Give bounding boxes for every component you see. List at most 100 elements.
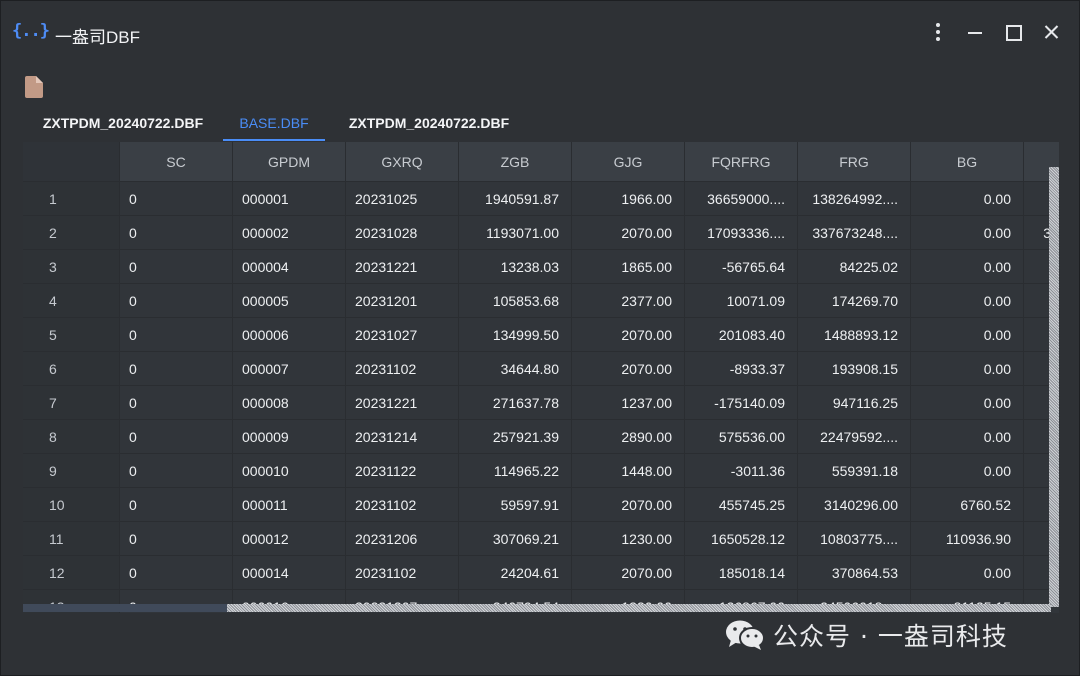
table-cell-gxrq[interactable]: 20231025 — [346, 182, 459, 216]
tab-zxtpdm-2[interactable]: ZXTPDM_20240722.DBF — [333, 105, 525, 141]
table-cell-bg[interactable]: 0.00 — [911, 182, 1024, 216]
column-header-sc[interactable]: SC — [120, 142, 233, 182]
table-cell-frg[interactable]: 559391.18 — [798, 454, 911, 488]
table-cell-gxrq[interactable]: 20231028 — [346, 216, 459, 250]
table-cell-bg[interactable]: 0.00 — [911, 284, 1024, 318]
table-cell-zgb[interactable]: 134999.50 — [459, 318, 572, 352]
tab-zxtpdm-1[interactable]: ZXTPDM_20240722.DBF — [27, 105, 219, 141]
table-cell-gjg[interactable]: 1230.00 — [572, 522, 685, 556]
table-cell-gpdm[interactable]: 000008 — [233, 386, 346, 420]
table-cell-frg[interactable]: 337673248.... — [798, 216, 911, 250]
table-cell-bg[interactable]: 0.00 — [911, 454, 1024, 488]
table-cell-zgb[interactable]: 1940591.87 — [459, 182, 572, 216]
table-cell-frg[interactable]: 370864.53 — [798, 556, 911, 590]
table-cell-gxrq[interactable]: 20231214 — [346, 420, 459, 454]
table-cell-sc[interactable]: 0 — [120, 522, 233, 556]
table-cell-frg[interactable]: 22479592.... — [798, 420, 911, 454]
table-cell-frg[interactable]: 174269.70 — [798, 284, 911, 318]
table-cell-gxrq[interactable]: 20231122 — [346, 454, 459, 488]
table-cell-frg[interactable]: 84225.02 — [798, 250, 911, 284]
table-cell-gpdm[interactable]: 000009 — [233, 420, 346, 454]
table-cell-gjg[interactable]: 2070.00 — [572, 216, 685, 250]
table-cell-gxrq[interactable]: 20231102 — [346, 352, 459, 386]
table-cell-gpdm[interactable]: 000001 — [233, 182, 346, 216]
table-cell-zgb[interactable]: 114965.22 — [459, 454, 572, 488]
table-cell-fqrfrg[interactable]: 455745.25 — [685, 488, 798, 522]
table-cell-fqrfrg[interactable]: 1650528.12 — [685, 522, 798, 556]
table-cell-bg[interactable]: 110936.90 — [911, 522, 1024, 556]
vertical-scrollbar[interactable] — [1049, 167, 1059, 607]
table-cell-sc[interactable]: 0 — [120, 386, 233, 420]
close-button[interactable] — [1038, 19, 1064, 45]
table-cell-gjg[interactable]: 2070.00 — [572, 318, 685, 352]
table-cell-fqrfrg[interactable]: 10071.09 — [685, 284, 798, 318]
table-cell-gxrq[interactable]: 20231102 — [346, 556, 459, 590]
table-cell-zgb[interactable]: 59597.91 — [459, 488, 572, 522]
table-cell-fqrfrg[interactable]: -8933.37 — [685, 352, 798, 386]
table-cell-fqrfrg[interactable]: 36659000.... — [685, 182, 798, 216]
table-cell-gjg[interactable]: 2070.00 — [572, 352, 685, 386]
table-cell-zgb[interactable]: 105853.68 — [459, 284, 572, 318]
table-cell-frg[interactable]: 1488893.12 — [798, 318, 911, 352]
table-cell-gxrq[interactable]: 20231221 — [346, 386, 459, 420]
table-cell-sc[interactable]: 0 — [120, 250, 233, 284]
table-cell-gxrq[interactable]: 20231102 — [346, 488, 459, 522]
table-cell-gjg[interactable]: 1448.00 — [572, 454, 685, 488]
minimize-button[interactable] — [962, 19, 988, 45]
table-cell-zgb[interactable]: 307069.21 — [459, 522, 572, 556]
table-cell-zgb[interactable]: 1193071.00 — [459, 216, 572, 250]
table-cell-sc[interactable]: 0 — [120, 318, 233, 352]
table-cell-frg[interactable]: 947116.25 — [798, 386, 911, 420]
table-cell-gpdm[interactable]: 000011 — [233, 488, 346, 522]
table-cell-bg[interactable]: 0.00 — [911, 318, 1024, 352]
column-header-gjg[interactable]: GJG — [572, 142, 685, 182]
table-cell-sc[interactable]: 0 — [120, 182, 233, 216]
table-row[interactable]: 8 0 000009 20231214 257921.39 2890.00 575536.0… — [23, 420, 1059, 454]
table-row[interactable]: 6 0 000007 20231102 34644.80 2070.00 -8933.37 1… — [23, 352, 1059, 386]
table-cell-gpdm[interactable]: 000007 — [233, 352, 346, 386]
table-cell-gpdm[interactable]: 000004 — [233, 250, 346, 284]
table-cell-frg[interactable]: 10803775.... — [798, 522, 911, 556]
open-file-button[interactable] — [25, 76, 43, 98]
table-cell-gjg[interactable]: 2070.00 — [572, 556, 685, 590]
maximize-button[interactable] — [1001, 19, 1027, 45]
table-row[interactable]: 1 0 000001 20231025 1940591.87 1966.00 3665900… — [23, 182, 1059, 216]
table-cell-fqrfrg[interactable]: -3011.36 — [685, 454, 798, 488]
column-header-gpdm[interactable]: GPDM — [233, 142, 346, 182]
table-row[interactable]: 7 0 000008 20231221 271637.78 1237.00 -175140.… — [23, 386, 1059, 420]
table-cell-sc[interactable]: 0 — [120, 454, 233, 488]
table-cell-fqrfrg[interactable]: 201083.40 — [685, 318, 798, 352]
horizontal-scrollbar[interactable] — [227, 604, 1051, 612]
table-row[interactable]: 5 0 000006 20231027 134999.50 2070.00 201083.4… — [23, 318, 1059, 352]
table-cell-gxrq[interactable]: 20231221 — [346, 250, 459, 284]
table-cell-zgb[interactable]: 13238.03 — [459, 250, 572, 284]
column-header-frg[interactable]: FRG — [798, 142, 911, 182]
table-cell-bg[interactable]: 0.00 — [911, 250, 1024, 284]
table-cell-bg[interactable]: 0.00 — [911, 352, 1024, 386]
table-cell-fqrfrg[interactable]: -175140.09 — [685, 386, 798, 420]
table-cell-bg[interactable]: 0.00 — [911, 556, 1024, 590]
table-cell-gpdm[interactable]: 000002 — [233, 216, 346, 250]
table-cell-fqrfrg[interactable]: 17093336.... — [685, 216, 798, 250]
table-cell-bg[interactable]: 0.00 — [911, 216, 1024, 250]
table-cell-sc[interactable]: 0 — [120, 420, 233, 454]
table-cell-gjg[interactable]: 2890.00 — [572, 420, 685, 454]
tab-base[interactable]: BASE.DBF — [223, 105, 325, 141]
table-cell-gpdm[interactable]: 000010 — [233, 454, 346, 488]
table-cell-gjg[interactable]: 1237.00 — [572, 386, 685, 420]
table-cell-gjg[interactable]: 1865.00 — [572, 250, 685, 284]
table-row[interactable]: 11 0 000012 20231206 307069.21 1230.00 1650528… — [23, 522, 1059, 556]
table-cell-gjg[interactable]: 2377.00 — [572, 284, 685, 318]
table-cell-bg[interactable]: 6760.52 — [911, 488, 1024, 522]
table-cell-gjg[interactable]: 2070.00 — [572, 488, 685, 522]
table-cell-frg[interactable]: 3140296.00 — [798, 488, 911, 522]
table-cell-sc[interactable]: 0 — [120, 488, 233, 522]
table-cell-gxrq[interactable]: 20231206 — [346, 522, 459, 556]
table-row[interactable]: 10 0 000011 20231102 59597.91 2070.00 455745.2… — [23, 488, 1059, 522]
table-cell-gxrq[interactable]: 20231027 — [346, 318, 459, 352]
table-row[interactable]: 9 0 000010 20231122 114965.22 1448.00 -3011.36… — [23, 454, 1059, 488]
column-header-row-number[interactable] — [23, 142, 120, 182]
column-header-fqrfrg[interactable]: FQRFRG — [685, 142, 798, 182]
table-row[interactable]: 2 0 000002 20231028 1193071.00 2070.00 1709333… — [23, 216, 1059, 250]
table-row[interactable]: 12 0 000014 20231102 24204.61 2070.00 185018.1… — [23, 556, 1059, 590]
